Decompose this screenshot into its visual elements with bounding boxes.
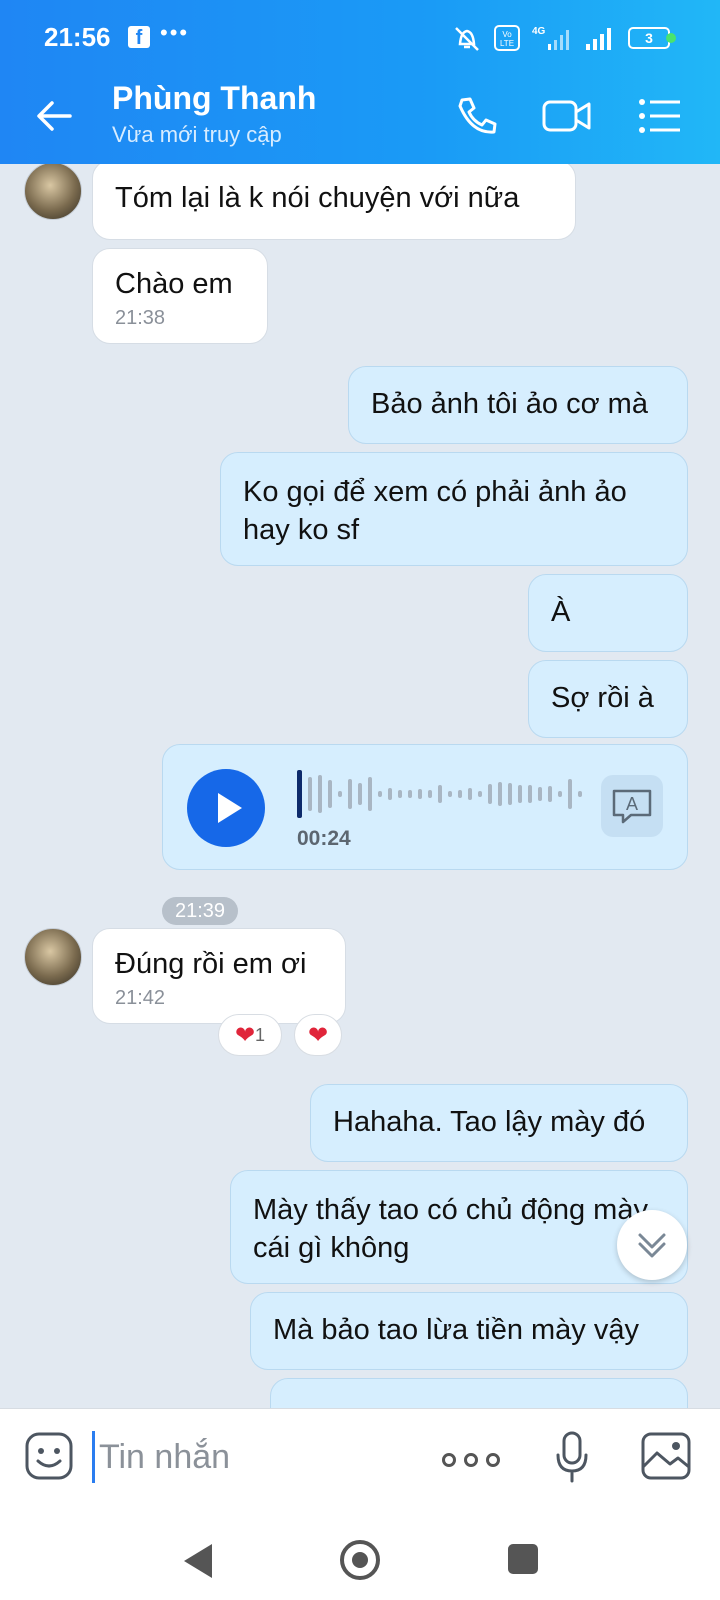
message-text: Tóm lại là k nói chuyện với nữa (115, 182, 520, 214)
status-icons: Vo LTE 4G 3 (452, 24, 670, 52)
transcribe-icon: A (612, 789, 652, 824)
message-bubble[interactable]: À (528, 574, 688, 652)
chevron-double-down-icon (638, 1233, 666, 1258)
message-input[interactable] (92, 1431, 421, 1483)
microphone-icon[interactable] (552, 1427, 592, 1487)
status-time: 21:56 (44, 22, 111, 52)
reaction-count-badge[interactable]: ❤ 1 (218, 1014, 282, 1056)
contact-name[interactable]: Phùng Thanh (112, 80, 316, 117)
message-text: Sợ rồi à (551, 682, 654, 714)
more-notifications-icon: ••• (160, 20, 190, 45)
nav-recents-icon[interactable] (508, 1544, 538, 1574)
volte-icon: VoLTE (494, 25, 520, 51)
video-call-icon[interactable] (542, 94, 592, 138)
mute-vibrate-icon (455, 27, 479, 51)
voice-message[interactable]: 00:24 A (162, 744, 688, 870)
contact-status: Vừa mới truy cập (112, 122, 282, 147)
message-text: À (551, 596, 571, 628)
message-composer (0, 1408, 720, 1509)
play-button[interactable] (187, 769, 265, 847)
message-text: Mày thấy tao có chủ động mày cái gì khôn… (253, 1194, 648, 1264)
nav-home-icon[interactable] (340, 1540, 380, 1580)
message-bubble[interactable]: Ko gọi để xem có phải ảnh ảo hay ko sf (220, 452, 688, 566)
svg-text:LTE: LTE (500, 39, 514, 48)
scroll-to-bottom-button[interactable] (617, 1210, 687, 1280)
voice-duration: 00:24 (297, 827, 351, 850)
signal-strength-icon (586, 28, 611, 50)
heart-icon: ❤ (234, 1021, 256, 1049)
message-text: Bảo ảnh tôi ảo cơ mà (371, 388, 648, 420)
message-bubble[interactable]: Sợ rồi à (528, 660, 688, 738)
nav-back-icon[interactable] (184, 1544, 212, 1578)
message-text: Mà bảo tao lừa tiền mày vậy (273, 1314, 639, 1346)
voice-waveform[interactable] (297, 769, 582, 819)
message-text: Ko gọi để xem có phải ảnh ảo hay ko sf (243, 476, 627, 546)
svg-text:4G: 4G (532, 26, 546, 37)
message-bubble[interactable] (270, 1378, 688, 1408)
battery-icon: 3 (628, 27, 670, 49)
svg-text:Vo: Vo (502, 30, 512, 39)
add-reaction-button[interactable]: ❤ (294, 1014, 342, 1056)
dot-icon (442, 1453, 456, 1467)
system-nav-bar (0, 1508, 720, 1600)
message-bubble[interactable]: Bảo ảnh tôi ảo cơ mà (348, 366, 688, 444)
message-bubble[interactable]: Hahaha. Tao lậy mày đó (310, 1084, 688, 1162)
avatar[interactable] (24, 164, 82, 220)
message-bubble[interactable]: Mà bảo tao lừa tiền mày vậy (250, 1292, 688, 1370)
signal-4g-icon: 4G (532, 26, 569, 50)
message-text: Hahaha. Tao lậy mày đó (333, 1106, 646, 1138)
reaction-count: 1 (255, 1024, 266, 1045)
message-bubble[interactable]: Tóm lại là k nói chuyện với nữa (92, 164, 576, 240)
sticker-emoji-icon[interactable] (24, 1431, 74, 1481)
message-list[interactable]: Tóm lại là k nói chuyện với nữa Chào em … (0, 164, 720, 1408)
active-dot (666, 33, 676, 43)
transcribe-button[interactable]: A (601, 775, 663, 837)
chat-header: 21:56 f ••• Vo LTE 4G 3 Phùng Thanh Vừa m… (0, 0, 720, 164)
message-text: Đúng rồi em ơi (115, 948, 307, 980)
message-bubble[interactable]: Chào em 21:38 (92, 248, 268, 344)
back-arrow-icon[interactable] (34, 96, 74, 136)
svg-text:A: A (626, 794, 638, 814)
dot-icon (464, 1453, 478, 1467)
message-text: Chào em (115, 268, 233, 300)
heart-icon: ❤ (307, 1021, 329, 1049)
image-gallery-icon[interactable] (640, 1431, 692, 1481)
message-time: 21:38 (115, 307, 166, 329)
message-bubble[interactable]: Đúng rồi em ơi 21:42 (92, 928, 346, 1024)
message-time: 21:42 (115, 987, 166, 1009)
more-options-button[interactable] (442, 1453, 500, 1467)
menu-list-icon[interactable] (636, 94, 686, 138)
phone-call-icon[interactable] (452, 94, 502, 138)
timestamp-pill: 21:39 (162, 897, 238, 925)
facebook-notification-icon: f (128, 26, 150, 49)
dot-icon (486, 1453, 500, 1467)
avatar[interactable] (24, 928, 82, 986)
